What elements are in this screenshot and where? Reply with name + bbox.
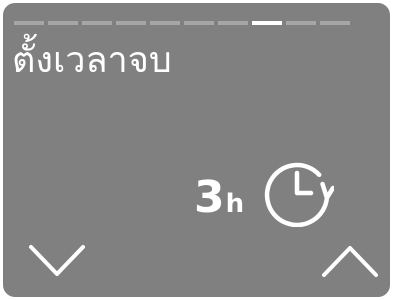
step-indicator-3 [82,21,112,25]
step-indicator-7 [218,21,248,25]
chevron-up-icon[interactable] [321,244,379,278]
end-time-value[interactable]: 3 h [194,173,244,223]
timer-clock-icon [264,162,334,227]
step-indicator-4 [116,21,146,25]
end-time-unit: h [225,189,245,219]
step-indicator-5 [150,21,180,25]
step-indicator-1 [14,21,44,25]
step-indicator-9 [286,21,316,25]
end-time-number: 3 [194,172,225,223]
step-indicator-10 [320,21,350,25]
step-indicator-6 [184,21,214,25]
chevron-down-icon[interactable] [28,244,86,278]
step-progress-bar [14,21,350,25]
control-panel-screen: ตั้งเวลาจบ 3 h [3,3,390,297]
step-indicator-8 [252,21,282,25]
screen-title: ตั้งเวลาจบ [12,40,172,81]
step-indicator-2 [48,21,78,25]
